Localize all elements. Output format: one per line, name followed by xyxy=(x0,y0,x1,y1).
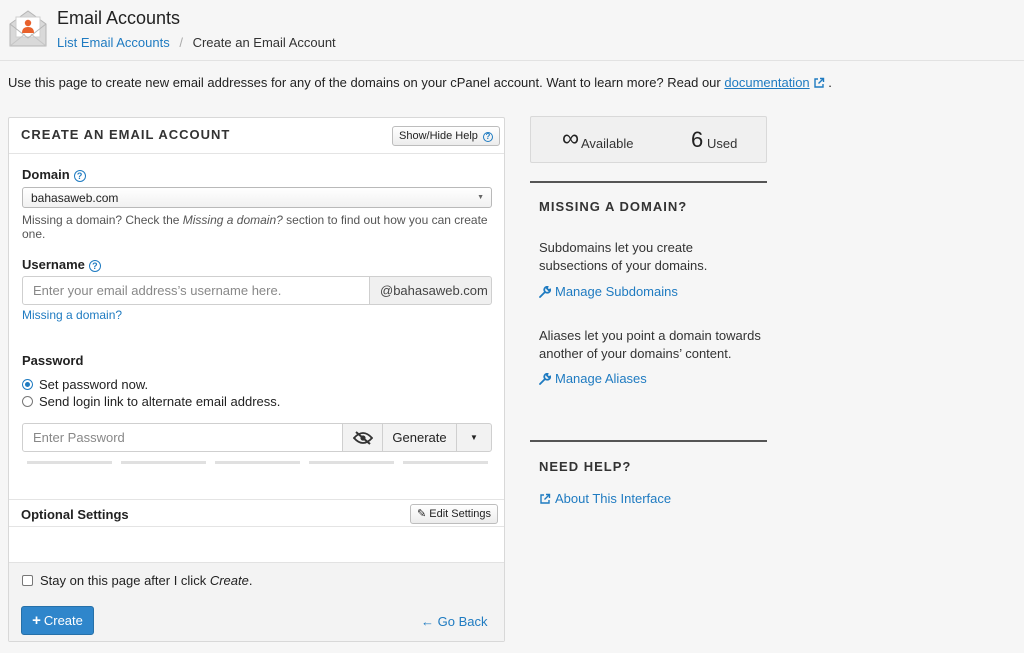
intro-suffix: . xyxy=(828,75,832,90)
optional-settings-header: Optional Settings ✎ Edit Settings xyxy=(9,499,504,527)
create-email-panel: CREATE AN EMAIL ACCOUNT Show/Hide Help ?… xyxy=(8,117,505,642)
radio-button-selected[interactable] xyxy=(22,379,33,390)
strength-meter-segment xyxy=(215,461,300,464)
show-hide-help-button[interactable]: Show/Hide Help ? xyxy=(392,126,500,146)
aliases-description: Aliases let you point a domain towards a… xyxy=(539,328,761,361)
toggle-password-visibility-button[interactable] xyxy=(342,423,383,452)
breadcrumb-current: Create an Email Account xyxy=(192,35,336,50)
domain-label-text: Domain xyxy=(22,167,70,182)
email-accounts-icon xyxy=(9,10,47,47)
password-input[interactable]: Enter Password xyxy=(22,423,343,452)
arrow-left-icon: ← xyxy=(421,614,434,629)
about-interface-label: About This Interface xyxy=(555,491,672,506)
page-title: Email Accounts xyxy=(57,8,181,28)
sidebar-divider xyxy=(530,440,767,442)
password-label: Password xyxy=(22,353,84,368)
breadcrumb-list-email-accounts[interactable]: List Email Accounts xyxy=(57,35,170,50)
header-divider xyxy=(0,60,1024,61)
wrench-icon xyxy=(539,372,551,385)
domain-hint-prefix: Missing a domain? Check the xyxy=(22,213,183,227)
domain-label: Domain? xyxy=(22,167,86,182)
about-interface-link[interactable]: About This Interface xyxy=(539,491,671,506)
username-placeholder: Enter your email address’s username here… xyxy=(33,283,282,298)
domain-help-icon[interactable]: ? xyxy=(73,170,86,182)
radio-set-password-label: Set password now. xyxy=(39,377,149,392)
generate-password-button[interactable]: Generate xyxy=(382,423,457,452)
panel-title: CREATE AN EMAIL ACCOUNT xyxy=(21,127,231,142)
radio-send-login-link[interactable]: Send login link to alternate email addre… xyxy=(22,394,280,409)
available-count: ∞ xyxy=(562,125,580,152)
intro-description: Use this page to create new email addres… xyxy=(8,75,721,90)
manage-aliases-link[interactable]: Manage Aliases xyxy=(539,371,647,386)
need-help-title: NEED HELP? xyxy=(539,459,632,474)
question-circle-icon: ? xyxy=(482,132,493,142)
intro-text: Use this page to create new email addres… xyxy=(8,75,832,90)
select-caret-icon: ▼ xyxy=(477,194,484,201)
edit-settings-label: Edit Settings xyxy=(429,508,492,520)
go-back-label: Go Back xyxy=(437,614,488,629)
missing-domain-title: MISSING A DOMAIN? xyxy=(539,199,688,214)
breadcrumb: List Email Accounts / Create an Email Ac… xyxy=(57,35,336,50)
external-link-icon xyxy=(540,493,551,504)
generate-options-dropdown[interactable]: ▼ xyxy=(456,423,492,452)
domain-select-value: bahasaweb.com xyxy=(31,191,119,205)
username-domain-suffix: @bahasaweb.com xyxy=(369,276,492,305)
username-help-icon[interactable]: ? xyxy=(88,260,101,272)
username-label: Username? xyxy=(22,257,101,272)
manage-subdomains-link[interactable]: Manage Subdomains xyxy=(539,284,678,299)
eye-slash-icon xyxy=(352,430,373,445)
domain-select[interactable]: bahasaweb.com ▼ xyxy=(22,187,492,208)
go-back-link[interactable]: ← Go Back xyxy=(421,614,487,629)
username-input[interactable]: Enter your email address’s username here… xyxy=(22,276,370,305)
stay-on-page-prefix: Stay on this page after I click xyxy=(40,573,207,588)
sidebar-divider xyxy=(530,181,767,183)
plus-icon: + xyxy=(32,612,41,629)
manage-aliases-label: Manage Aliases xyxy=(555,371,647,386)
domain-hint-emphasis: Missing a domain? xyxy=(182,213,283,227)
available-label: Available xyxy=(581,136,634,151)
strength-meter-segment xyxy=(403,461,488,464)
create-button[interactable]: + Create xyxy=(21,606,94,635)
missing-domain-link[interactable]: Missing a domain? xyxy=(22,308,122,322)
panel-header: CREATE AN EMAIL ACCOUNT Show/Hide Help ? xyxy=(9,118,504,154)
show-hide-help-label: Show/Hide Help xyxy=(399,130,478,142)
caret-down-icon: ▼ xyxy=(470,433,478,442)
subdomains-description: Subdomains let you create subsections of… xyxy=(539,240,708,273)
panel-footer: Stay on this page after I click Create. … xyxy=(9,562,504,641)
password-placeholder: Enter Password xyxy=(33,430,125,445)
strength-meter-segment xyxy=(309,461,394,464)
optional-settings-title: Optional Settings xyxy=(21,507,129,522)
used-label: Used xyxy=(707,136,738,151)
stay-on-page-checkbox[interactable] xyxy=(22,575,33,586)
radio-send-link-label: Send login link to alternate email addre… xyxy=(39,394,281,409)
pencil-icon: ✎ xyxy=(417,508,427,520)
username-label-text: Username xyxy=(22,257,85,272)
domain-hint: Missing a domain? Check the Missing a do… xyxy=(22,213,504,241)
documentation-link[interactable]: documentation xyxy=(724,75,809,90)
edit-settings-button[interactable]: ✎ Edit Settings xyxy=(410,504,499,524)
breadcrumb-separator: / xyxy=(179,35,183,50)
stay-on-page-option[interactable]: Stay on this page after I click Create. xyxy=(22,573,252,588)
external-link-icon xyxy=(813,77,824,88)
used-count: 6 xyxy=(691,127,704,152)
wrench-icon xyxy=(539,285,551,298)
stay-on-page-suffix: . xyxy=(248,573,253,588)
radio-button[interactable] xyxy=(22,396,33,407)
page-header: Email Accounts List Email Accounts / Cre… xyxy=(0,0,1024,58)
create-button-label: Create xyxy=(43,613,83,628)
strength-meter-segment xyxy=(27,461,112,464)
stay-on-page-emphasis: Create xyxy=(209,573,249,588)
manage-subdomains-label: Manage Subdomains xyxy=(555,284,678,299)
email-quota-stats: ∞ Available 6 Used xyxy=(530,116,767,163)
strength-meter-segment xyxy=(121,461,206,464)
radio-set-password-now[interactable]: Set password now. xyxy=(22,377,148,392)
